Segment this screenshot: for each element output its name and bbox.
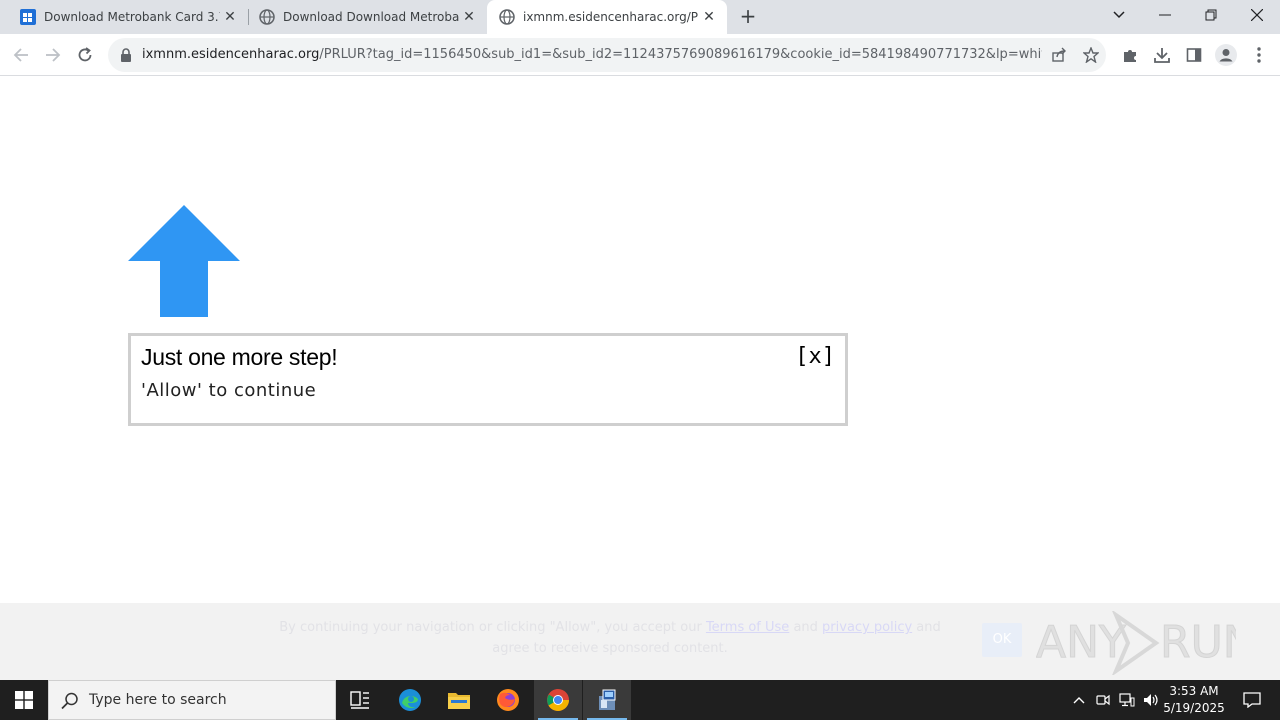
share-icon[interactable] <box>1046 42 1072 68</box>
start-button[interactable] <box>0 680 48 720</box>
web-page: Just one more step! 'Allow' to continue … <box>0 77 1280 680</box>
address-bar[interactable]: ixmnm.esidencenharac.org/PRLUR?tag_id=11… <box>108 38 1106 72</box>
notification-center-icon[interactable] <box>1232 680 1272 720</box>
network-icon[interactable] <box>1116 680 1138 720</box>
prompt-subtitle: 'Allow' to continue <box>141 380 317 401</box>
windows-taskbar: Type here to search 3:53 AM 5/19/2025 <box>0 680 1280 720</box>
tab-download-metrobank[interactable]: Download Download Metrobank ✕ <box>247 0 487 34</box>
address-url[interactable]: ixmnm.esidencenharac.org/PRLUR?tag_id=11… <box>142 47 1042 62</box>
restore-icon[interactable] <box>1188 0 1234 30</box>
consent-text: By continuing your navigation or clickin… <box>270 617 950 659</box>
consent-text-part: and <box>789 620 823 635</box>
lock-icon[interactable] <box>120 48 132 62</box>
downloads-icon[interactable] <box>1149 42 1175 68</box>
meet-now-icon[interactable] <box>1092 680 1114 720</box>
chrome-icon[interactable] <box>534 680 582 720</box>
permission-prompt-box: Just one more step! 'Allow' to continue … <box>128 333 848 426</box>
url-host: ixmnm.esidencenharac.org <box>142 47 320 62</box>
back-arrow-icon[interactable] <box>8 42 34 68</box>
windows-logo-icon <box>15 691 33 709</box>
extensions-puzzle-icon[interactable] <box>1117 42 1143 68</box>
browser-toolbar: ixmnm.esidencenharac.org/PRLUR?tag_id=11… <box>0 34 1280 76</box>
svg-text:RUN: RUN <box>1160 617 1236 668</box>
tab-close-icon[interactable]: ✕ <box>699 7 719 27</box>
menu-kebab-icon[interactable] <box>1246 42 1272 68</box>
file-explorer-icon[interactable] <box>435 680 483 720</box>
volume-icon[interactable] <box>1140 680 1162 720</box>
tab-title: ixmnm.esidencenharac.org/PRL <box>523 10 699 24</box>
app-favicon-icon <box>20 9 36 25</box>
privacy-link[interactable]: privacy policy <box>822 620 912 635</box>
tab-metrobank-card[interactable]: Download Metrobank Card 3.71 ✕ <box>8 0 248 34</box>
consent-text-part: By continuing your navigation or clickin… <box>279 620 706 635</box>
svg-text:ANY: ANY <box>1036 617 1126 668</box>
tab-close-icon[interactable]: ✕ <box>220 7 240 27</box>
terms-link[interactable]: Terms of Use <box>706 620 789 635</box>
task-view-icon[interactable] <box>336 680 384 720</box>
taskbar-search-box[interactable]: Type here to search <box>48 680 336 720</box>
tray-overflow-chevron-icon[interactable] <box>1068 680 1090 720</box>
profile-avatar-icon[interactable] <box>1213 42 1239 68</box>
tab-active-page[interactable]: ixmnm.esidencenharac.org/PRL ✕ <box>487 0 727 34</box>
edge-browser-icon[interactable] <box>386 680 434 720</box>
clock-date: 5/19/2025 <box>1163 701 1225 715</box>
up-arrow-icon <box>128 205 240 317</box>
close-window-icon[interactable] <box>1234 0 1280 30</box>
tab-close-icon[interactable]: ✕ <box>459 7 479 27</box>
minimize-icon[interactable] <box>1142 0 1188 30</box>
prompt-title: Just one more step! <box>141 344 338 370</box>
new-tab-button[interactable]: + <box>736 5 760 29</box>
bookmark-star-icon[interactable] <box>1078 42 1104 68</box>
reload-icon[interactable] <box>72 42 98 68</box>
tab-title: Download Metrobank Card 3.71 <box>44 10 220 24</box>
tab-search-icon[interactable] <box>1096 0 1142 30</box>
search-icon <box>61 692 78 710</box>
prompt-close-button[interactable]: [x] <box>795 344 835 369</box>
clock-time: 3:53 AM <box>1169 684 1219 698</box>
forward-arrow-icon[interactable] <box>40 42 66 68</box>
tab-title: Download Download Metrobank <box>283 10 459 24</box>
url-path: /PRLUR?tag_id=1156450&sub_id1=&sub_id2=1… <box>319 47 1042 62</box>
consent-ok-button[interactable]: OK <box>982 623 1022 657</box>
globe-icon <box>259 9 275 25</box>
firefox-icon[interactable] <box>484 680 532 720</box>
consent-banner: By continuing your navigation or clickin… <box>0 603 1280 680</box>
globe-icon <box>499 9 515 25</box>
installer-app-icon[interactable] <box>583 680 631 720</box>
side-panel-icon[interactable] <box>1181 42 1207 68</box>
search-placeholder: Type here to search <box>89 692 227 708</box>
anyrun-watermark-logo: ANY RUN <box>1036 611 1236 675</box>
system-clock[interactable]: 3:53 AM 5/19/2025 <box>1160 683 1228 717</box>
tab-strip: Download Metrobank Card 3.71 ✕ Download … <box>0 0 1280 34</box>
